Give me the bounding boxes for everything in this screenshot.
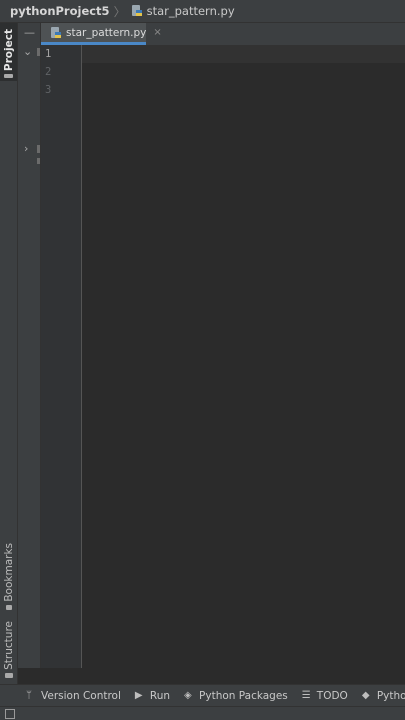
python-console-button[interactable]: ◆ Python Console — [362, 690, 405, 702]
structure-tool-label: Structure — [2, 621, 15, 670]
left-tool-stripe: Project Bookmarks Structure — [0, 23, 18, 695]
todo-label: TODO — [316, 690, 348, 702]
version-control-button[interactable]: ᛘ Version Control — [26, 690, 121, 702]
python-console-icon: ◆ — [361, 690, 370, 701]
bookmark-icon — [5, 604, 12, 610]
line-number: 1 — [45, 48, 52, 60]
python-packages-label: Python Packages — [199, 690, 288, 702]
status-bar — [0, 706, 405, 720]
python-file-icon — [131, 5, 143, 17]
breadcrumb-separator: 〉 — [113, 4, 126, 19]
minimize-icon[interactable]: — — [24, 26, 35, 39]
python-console-label: Python Console — [376, 690, 405, 702]
code-editor[interactable] — [82, 45, 405, 668]
structure-icon — [4, 672, 13, 678]
version-control-label: Version Control — [41, 690, 121, 702]
line-number: 3 — [45, 84, 52, 96]
line-number: 2 — [45, 66, 52, 78]
folder-icon — [4, 74, 13, 78]
navigation-bar: pythonProject5 〉 star_pattern.py — [0, 0, 405, 23]
close-icon[interactable]: × — [153, 27, 161, 38]
breadcrumb-project[interactable]: pythonProject5 — [10, 4, 110, 18]
bookmarks-tool-button[interactable]: Bookmarks — [0, 543, 17, 613]
todo-button[interactable]: ☰ TODO — [302, 690, 348, 702]
current-line-highlight — [82, 45, 405, 63]
project-tool-button[interactable]: Project — [0, 23, 17, 81]
tree-node-marker — [37, 145, 40, 153]
tab-label: star_pattern.py — [66, 26, 147, 39]
project-panel: — ⌄ › — [18, 23, 41, 668]
layout-toggle-icon[interactable] — [5, 709, 15, 719]
bookmarks-tool-label: Bookmarks — [2, 543, 15, 602]
ide-window: pythonProject5 〉 star_pattern.py Project… — [0, 0, 405, 720]
tree-node-marker — [37, 48, 40, 56]
layers-icon: ◈ — [184, 690, 192, 701]
editor-tab-bar: star_pattern.py × — [41, 23, 405, 46]
chevron-down-icon[interactable]: ⌄ — [23, 45, 32, 58]
list-icon: ☰ — [301, 690, 311, 701]
branch-icon: ᛘ — [26, 690, 32, 701]
run-label: Run — [149, 690, 171, 702]
run-button[interactable]: ▶ Run — [135, 690, 170, 702]
tree-node-marker — [37, 158, 40, 164]
chevron-right-icon[interactable]: › — [24, 142, 28, 155]
breadcrumb-file[interactable]: star_pattern.py — [147, 4, 235, 18]
editor-gutter[interactable]: 1 2 3 — [41, 45, 82, 668]
structure-tool-button[interactable]: Structure — [0, 621, 17, 681]
python-file-icon — [50, 26, 62, 39]
play-icon: ▶ — [134, 690, 143, 701]
python-packages-button[interactable]: ◈ Python Packages — [184, 690, 288, 702]
tab-star-pattern[interactable]: star_pattern.py × — [41, 23, 162, 45]
tool-window-bar: ᛘ Version Control ▶ Run ◈ Python Package… — [0, 684, 405, 707]
project-tool-label: Project — [2, 29, 15, 72]
